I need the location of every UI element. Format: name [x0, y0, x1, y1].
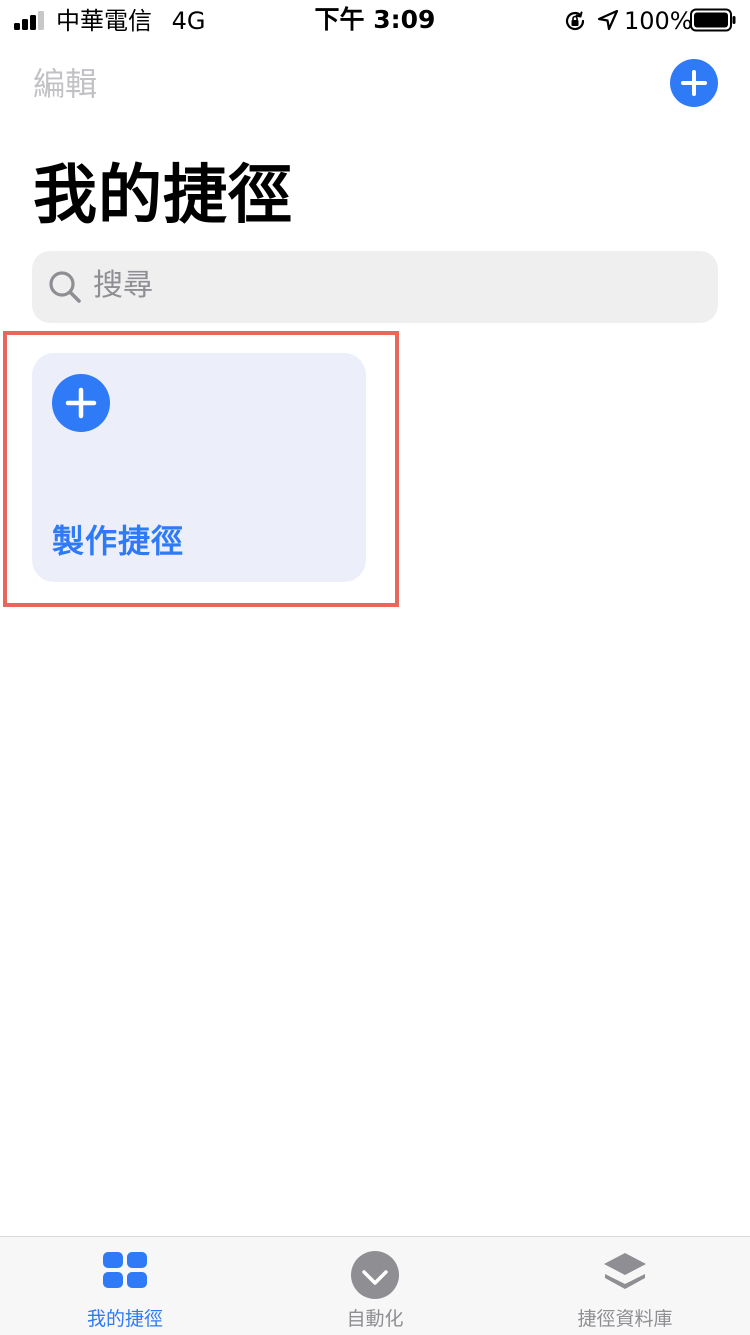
tab-label: 捷徑資料庫: [577, 1308, 673, 1330]
tab-label: 我的捷徑: [86, 1308, 163, 1330]
location-arrow-icon: [597, 9, 619, 31]
checkmark-circle-icon: [351, 1251, 399, 1299]
tab-bar: 我的捷徑 自動化 捷徑資料庫: [0, 1236, 750, 1335]
grid-icon: [103, 1252, 147, 1288]
tab-gallery[interactable]: 捷徑資料庫: [500, 1237, 750, 1335]
plus-icon: [681, 70, 707, 96]
search-placeholder: 搜尋: [93, 268, 153, 303]
tab-my-shortcuts[interactable]: 我的捷徑: [0, 1237, 250, 1335]
page-title: 我的捷徑: [33, 159, 293, 233]
create-shortcut-card[interactable]: 製作捷徑: [32, 353, 366, 582]
search-field[interactable]: 搜尋: [32, 251, 718, 323]
layers-icon: [604, 1253, 646, 1289]
status-bar: 中華電信 4G 下午 3:09 100%: [0, 0, 750, 40]
edit-button[interactable]: 編輯: [33, 64, 97, 104]
battery-percent: 100%: [624, 7, 693, 35]
tab-automation[interactable]: 自動化: [250, 1237, 500, 1335]
search-icon: [49, 271, 81, 303]
battery-icon: [690, 8, 736, 32]
create-shortcut-label: 製作捷徑: [52, 522, 185, 560]
add-shortcut-button[interactable]: [670, 59, 718, 107]
orientation-lock-icon: [565, 11, 585, 31]
plus-circle-icon: [52, 374, 110, 432]
tab-label: 自動化: [346, 1308, 404, 1330]
